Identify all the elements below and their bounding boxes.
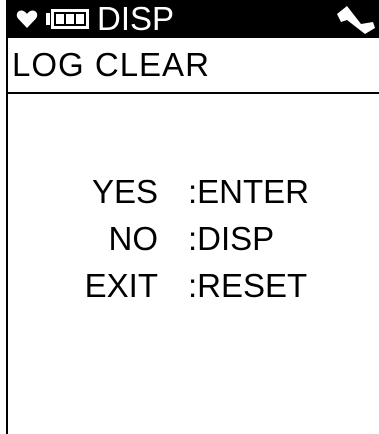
option-key: NO bbox=[108, 220, 159, 257]
option-action: :ENTER bbox=[188, 173, 310, 210]
option-key: YES bbox=[91, 173, 158, 210]
screen-title-bar: LOG CLEAR bbox=[8, 40, 379, 94]
option-exit[interactable]: EXIT :RESET bbox=[0, 262, 379, 309]
heart-icon bbox=[16, 10, 38, 28]
options-list: YES :ENTER NO :DISP EXIT :RESET bbox=[0, 168, 379, 309]
status-bar: DISP bbox=[6, 0, 379, 38]
option-no[interactable]: NO :DISP bbox=[0, 215, 379, 262]
option-key: EXIT bbox=[84, 267, 158, 304]
option-action: :DISP bbox=[188, 220, 275, 257]
signal-icon bbox=[337, 6, 375, 34]
option-action: :RESET bbox=[188, 267, 308, 304]
option-yes[interactable]: YES :ENTER bbox=[0, 168, 379, 215]
battery-icon bbox=[46, 9, 89, 29]
screen-title: LOG CLEAR bbox=[12, 46, 210, 83]
mode-label: DISP bbox=[97, 0, 175, 37]
